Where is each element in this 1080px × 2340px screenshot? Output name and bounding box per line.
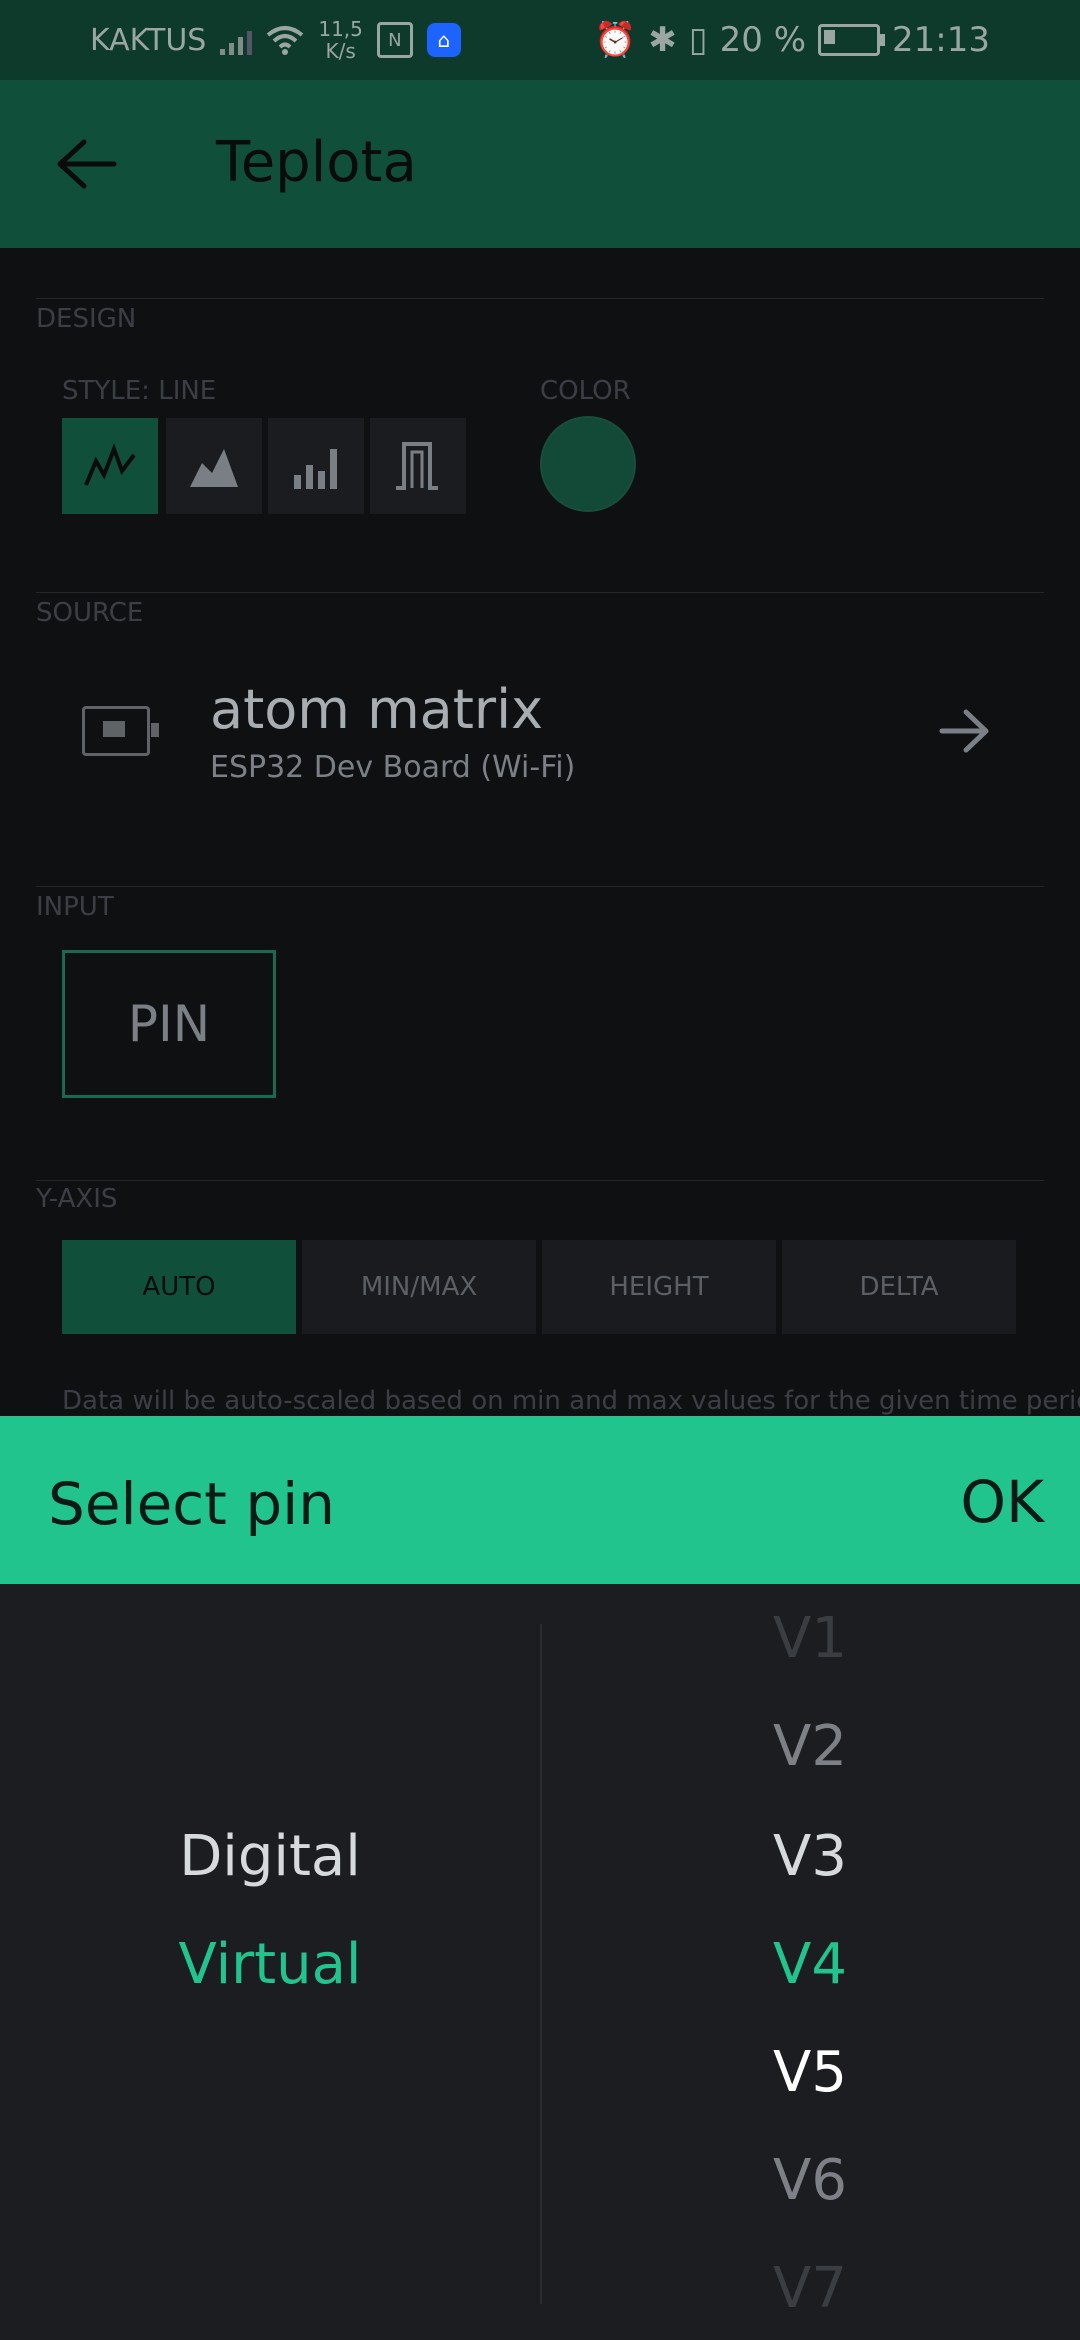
divider [36,592,1044,593]
pin-option-v7[interactable]: V7 [540,2256,1080,2321]
pin-option-v5[interactable]: V5 [540,2040,1080,2105]
battery-icon [818,24,886,56]
pin-option-v3[interactable]: V3 [540,1824,1080,1889]
widget-settings: DESIGN STYLE: LINE COLOR SOURCE atom mat… [0,248,1080,1418]
network-speed: 11,5 K/s [318,17,363,63]
dialog-title: Select pin [48,1470,336,1538]
cellular-signal-icon [220,25,253,55]
pin-option-v6[interactable]: V6 [540,2148,1080,2213]
y-axis-height-button[interactable]: HEIGHT [542,1240,776,1334]
device-name[interactable]: atom matrix [210,678,543,741]
pin-option-v2[interactable]: V2 [540,1714,1080,1779]
style-area-button[interactable] [166,418,262,514]
y-axis-auto-button[interactable]: AUTO [62,1240,296,1334]
page-title: Teplota [216,130,417,195]
divider [36,298,1044,299]
color-swatch[interactable] [540,416,636,512]
bluetooth-icon: ✱ [648,20,677,60]
y-axis-delta-button[interactable]: DELTA [782,1240,1016,1334]
battery-percent: 20 % [719,20,807,60]
nfc-icon: N [376,22,413,58]
design-section-label: DESIGN [36,304,137,334]
area-chart-icon [190,449,238,487]
pin-select-button[interactable]: PIN [62,950,276,1098]
bar-chart-icon [294,449,337,489]
source-section-label: SOURCE [36,598,144,628]
divider [36,1180,1044,1181]
back-arrow-icon[interactable] [52,132,122,196]
alarm-icon: ⏰ [594,20,637,60]
carrier-name: KAKTUS [90,22,207,58]
pin-type-virtual[interactable]: Virtual [0,1932,540,1997]
style-label: STYLE: LINE [62,376,217,406]
y-axis-minmax-button[interactable]: MIN/MAX [302,1240,536,1334]
binary-chart-icon [396,442,438,490]
wifi-icon [267,26,304,55]
arrow-right-icon[interactable] [938,704,992,758]
ok-button[interactable]: OK [960,1468,1044,1536]
pin-option-v1[interactable]: V1 [540,1606,1080,1671]
y-axis-section-label: Y-AXIS [36,1184,118,1214]
style-binary-button[interactable] [370,418,466,514]
device-board-icon [82,706,159,756]
select-pin-dialog-header: Select pin OK [0,1416,1080,1584]
line-chart-icon [84,443,136,486]
vibrate-icon: ▯ [688,20,708,60]
color-label: COLOR [540,376,631,406]
vpn-shield-icon: ⌂ [426,23,461,57]
pin-type-digital[interactable]: Digital [0,1824,540,1889]
style-line-button[interactable] [62,418,158,514]
input-section-label: INPUT [36,892,114,922]
pin-picker: Digital Virtual V1 V2 V3 V4 V5 V6 V7 [0,1584,1080,2340]
device-board: ESP32 Dev Board (Wi-Fi) [210,750,576,785]
pin-option-v4[interactable]: V4 [540,1932,1080,1997]
status-bar: KAKTUS 11,5 K/s N ⌂ ⏰ ✱ ▯ 20 % 21:13 [0,0,1080,80]
divider [36,886,1044,887]
y-axis-hint: Data will be auto-scaled based on min an… [62,1386,1080,1416]
app-bar: Teplota [0,80,1080,248]
style-bar-button[interactable] [268,418,364,514]
clock: 21:13 [892,20,990,60]
